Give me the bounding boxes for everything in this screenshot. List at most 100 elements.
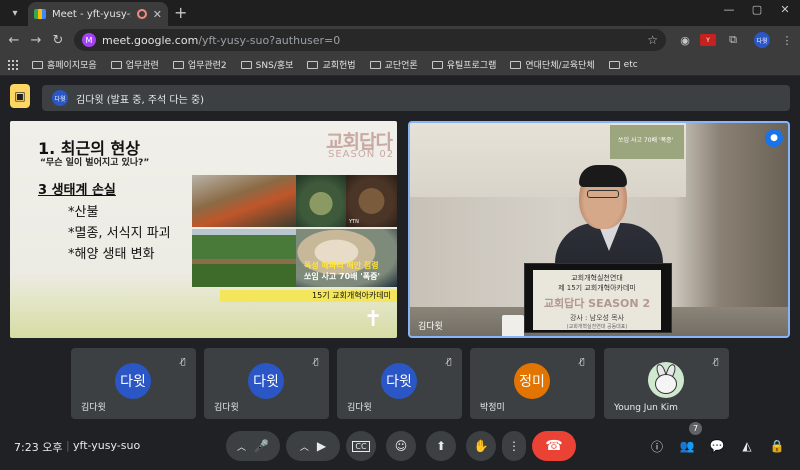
- coral-photo: [296, 175, 346, 227]
- wildfire-photo: [192, 175, 296, 227]
- meeting-controls-bar: 7:23 오후 | yft-yusy-suo ︿ 🎤 ︿ ▶ CC ☺ ⬆ ✋ …: [0, 426, 800, 466]
- maximize-button[interactable]: ▢: [746, 3, 768, 16]
- tab-search-icon[interactable]: ▾: [6, 4, 24, 22]
- podium-org: (교회개혁실천연대 공동대표): [566, 324, 628, 330]
- bookmark-label: 연대단체/교육단체: [525, 61, 595, 71]
- forward-icon[interactable]: →: [26, 30, 46, 50]
- slide-season: SEASON 02: [328, 149, 395, 160]
- microphone-icon[interactable]: 🎤: [254, 439, 269, 453]
- present-screen-icon: ⬆: [435, 439, 447, 453]
- new-tab-button[interactable]: +: [174, 4, 187, 22]
- bookmark-folder[interactable]: 홈페이지모음: [32, 58, 97, 71]
- camera-name-label: 김다윗: [418, 322, 443, 332]
- presenting-text: 김다윗 (발표 중, 주석 다는 중): [76, 94, 205, 106]
- raise-hand-button[interactable]: ✋: [466, 431, 496, 461]
- participant-name: 김다윗: [81, 403, 106, 413]
- speaker-name: 김다윗: [418, 319, 443, 332]
- more-options-button[interactable]: ⋮: [502, 431, 526, 461]
- reload-icon[interactable]: ↻: [48, 30, 68, 50]
- leave-call-button[interactable]: ☎: [532, 431, 576, 461]
- bookmark-folder[interactable]: 연대단체/교육단체: [510, 58, 595, 71]
- url-text[interactable]: meet.google.com/yft-yusy-suo?authuser=0: [102, 34, 641, 47]
- paper-cup: [502, 315, 524, 336]
- presentation-off-icon[interactable]: ▣: [10, 84, 30, 108]
- presenter-avatar: 다윗: [52, 90, 68, 106]
- close-window-button[interactable]: ✕: [774, 3, 796, 16]
- menu-dots-icon[interactable]: ⋮: [778, 31, 796, 49]
- video-camera-icon[interactable]: ▶: [317, 439, 326, 453]
- browser-tab[interactable]: Meet - yft-yusy-suo ✕: [28, 2, 168, 26]
- participant-tile[interactable]: 정미 🎙̸ 박정미: [470, 348, 595, 419]
- participant-avatar: 다윗: [248, 363, 284, 399]
- speaker-video-tile[interactable]: 쏘임 사고 70배 '폭증' 교회개혁실천연대 제 15기 교회개혁아카데미 교…: [408, 121, 790, 338]
- speaker-hair: [579, 165, 627, 187]
- people-icon[interactable]: 👥: [679, 438, 695, 454]
- close-tab-icon[interactable]: ✕: [153, 8, 162, 21]
- bookmarks-bar: 홈페이지모음 업무관련 업무관련2 SNS/홍보 교회헌법 교단언론 유틸프로그…: [0, 54, 800, 76]
- folder-icon: [172, 60, 184, 69]
- participant-tile[interactable]: 다윗 🎙̸ 김다윗: [337, 348, 462, 419]
- bookmark-label: SNS/홍보: [255, 61, 294, 71]
- habitat-photo: YTN: [346, 175, 397, 227]
- participant-tile[interactable]: 🎙̸ Young Jun Kim: [604, 348, 729, 419]
- apps-grid-icon[interactable]: [8, 59, 18, 70]
- deforestation-photo: [192, 229, 296, 287]
- participant-name: Young Jun Kim: [614, 403, 678, 413]
- chevron-up-icon[interactable]: ︿: [237, 440, 246, 453]
- chat-icon[interactable]: 💬: [709, 438, 725, 454]
- address-bar[interactable]: M meet.google.com/yft-yusy-suo?authuser=…: [74, 29, 666, 51]
- avatar-head: [655, 374, 677, 394]
- microphone-control[interactable]: ︿ 🎤: [226, 431, 280, 461]
- tab-strip: ▾ Meet - yft-yusy-suo ✕ + — ▢ ✕: [0, 0, 800, 26]
- folder-icon: [307, 60, 319, 69]
- academy-label: 15기 교회개혁아카데미: [220, 290, 397, 302]
- folder-icon: [240, 60, 252, 69]
- bookmark-folder[interactable]: 업무관련2: [172, 58, 227, 71]
- bookmark-folder[interactable]: 유틸프로그램: [431, 58, 496, 71]
- host-controls-icon[interactable]: 🔒: [769, 438, 785, 454]
- bookmark-folder[interactable]: SNS/홍보: [240, 58, 294, 71]
- podium: 교회개혁실천연대 제 15기 교회개혁아카데미 교회답다 SEASON 2 강사…: [524, 263, 672, 333]
- podium-speaker: 강사 : 남오성 목사: [569, 314, 625, 322]
- bookmark-label: 교단언론: [384, 61, 418, 71]
- camera-control[interactable]: ︿ ▶: [286, 431, 340, 461]
- chevron-up-icon[interactable]: ︿: [300, 440, 309, 453]
- reactions-button[interactable]: ☺: [386, 431, 416, 461]
- captions-button[interactable]: CC: [346, 431, 376, 461]
- more-vert-icon: ⋮: [508, 439, 520, 453]
- bookmark-folder[interactable]: etc: [608, 60, 638, 70]
- folder-icon: [369, 60, 381, 69]
- bookmark-star-icon[interactable]: ☆: [647, 33, 658, 47]
- shared-slide[interactable]: 1. 최근의 현상 “무슨 일이 벌어지고 있나?” 교회답다 SEASON 0…: [10, 121, 397, 338]
- url-host: meet.google.com: [102, 33, 199, 47]
- meeting-info-icon[interactable]: ⓘ: [649, 438, 665, 454]
- participant-avatar: 다윗: [115, 363, 151, 399]
- present-button[interactable]: ⬆: [426, 431, 456, 461]
- site-info-icon[interactable]: M: [82, 33, 96, 47]
- bookmark-label: 업무관련2: [187, 61, 227, 71]
- camera-icon[interactable]: ◉: [676, 31, 694, 49]
- folder-icon: [110, 60, 122, 69]
- slide-bullet: *해양 생태 변화: [68, 247, 155, 262]
- bookmark-folder[interactable]: 교단언론: [369, 58, 418, 71]
- church-logo-icon: ✝: [364, 307, 383, 332]
- extensions-puzzle-icon[interactable]: ⧉: [724, 31, 742, 49]
- back-icon[interactable]: ←: [4, 30, 24, 50]
- profile-avatar[interactable]: 다윗: [754, 32, 770, 48]
- participant-tile[interactable]: 다윗 🎙̸ 김다윗: [71, 348, 196, 419]
- podium-line2: 제 15기 교회개혁아카데미: [558, 284, 636, 292]
- extension-icon[interactable]: Y: [700, 34, 716, 46]
- photo-caption-2: 쏘임 사고 70배 '폭증': [304, 272, 380, 281]
- activities-icon[interactable]: ◭: [739, 438, 755, 454]
- minimize-button[interactable]: —: [718, 3, 740, 16]
- bookmark-folder[interactable]: 교회헌법: [307, 58, 356, 71]
- bookmark-folder[interactable]: 업무관련: [110, 58, 159, 71]
- mic-off-icon: 🎙̸: [446, 356, 452, 366]
- recording-icon: [136, 9, 147, 19]
- participant-avatar: 정미: [514, 363, 550, 399]
- speaking-indicator-icon: ●: [765, 129, 783, 147]
- jellyfish-photo: 독성 해파리 해안 점령 쏘임 사고 70배 '폭증': [296, 229, 397, 287]
- participant-tile[interactable]: 다윗 🎙̸ 김다윗: [204, 348, 329, 419]
- slide-bullet: *산불: [68, 205, 99, 220]
- participant-avatar-image: [648, 362, 684, 398]
